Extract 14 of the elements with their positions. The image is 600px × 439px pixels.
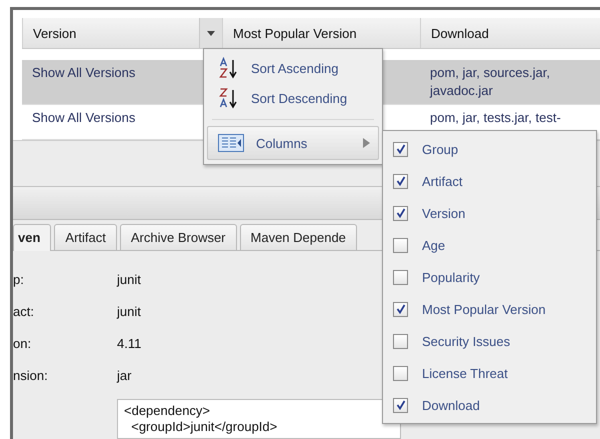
field-value: junit [117,303,141,321]
field-value: 4.11 [117,335,142,353]
field-label: p: [13,271,24,289]
table-cell: pom, jar, tests.jar, test- [430,110,561,125]
code-line: <dependency> [124,403,212,419]
field-label: act: [13,303,34,321]
field-value: jar [117,367,132,385]
field-value: junit [117,271,141,289]
field-label: on: [13,335,32,353]
table-cell: pom, jar, sources.jar, javadoc.jar [430,65,550,98]
field-label: nsion: [13,367,48,385]
code-line: <groupId>junit</groupId> [130,419,278,435]
table-cell: Show All Versions [32,65,136,80]
table-cell: Show All Versions [32,110,136,125]
